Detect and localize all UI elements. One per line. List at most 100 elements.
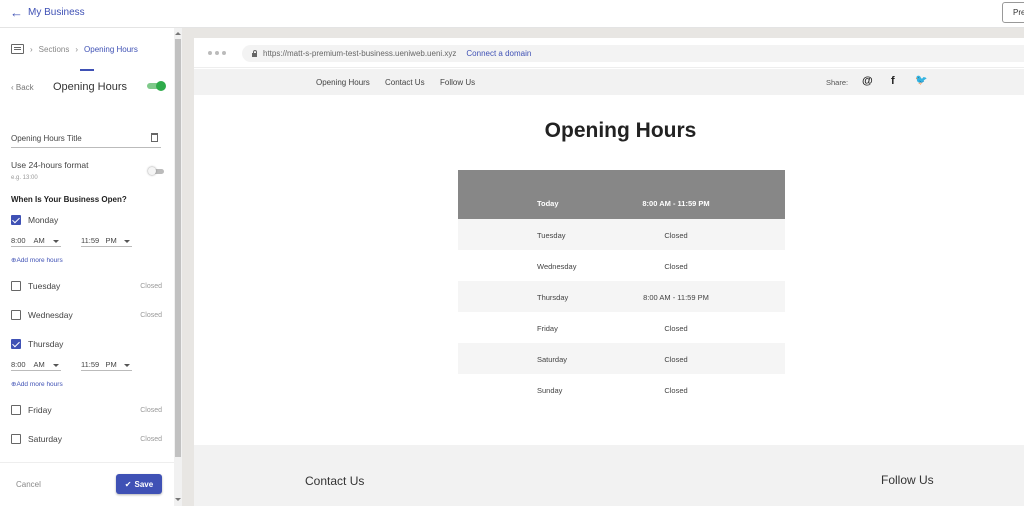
- hours-time: Closed: [664, 355, 688, 364]
- add-more-hours-monday[interactable]: ⊕Add more hours: [11, 256, 63, 264]
- save-button[interactable]: ✔ Save: [116, 474, 162, 494]
- nav-contact-us[interactable]: Contact Us: [385, 78, 425, 87]
- preview-gutter-top: [194, 28, 1024, 38]
- title-field-value: Opening Hours Title: [11, 134, 82, 143]
- browser-bar: https://matt-s-premium-test-business.uen…: [194, 38, 1024, 68]
- hours-time: Closed: [664, 231, 688, 240]
- sidebar-scrollbar[interactable]: [174, 28, 182, 506]
- trash-icon[interactable]: [151, 133, 158, 142]
- checkbox-monday[interactable]: [11, 215, 21, 225]
- day-status: Closed: [140, 311, 162, 319]
- url-bar: https://matt-s-premium-test-business.uen…: [242, 45, 1024, 62]
- open-ampm: AM: [33, 360, 45, 369]
- open-ampm: AM: [33, 236, 45, 245]
- back-button[interactable]: ‹ Back: [11, 83, 34, 92]
- table-row: Saturday Closed: [458, 343, 785, 374]
- day-row-thursday[interactable]: Thursday: [11, 338, 162, 350]
- editor-sidebar: › Sections › Opening Hours ‹ Back Openin…: [0, 28, 182, 506]
- sections-icon: [11, 44, 24, 54]
- section-visibility-toggle[interactable]: [147, 81, 166, 91]
- time-row-monday: 8:00 AM 11:59 PM: [11, 234, 136, 248]
- window-dots-icon: [208, 51, 226, 55]
- add-more-label: Add more hours: [16, 381, 63, 388]
- section-header: ‹ Back Opening Hours: [11, 80, 166, 96]
- open-time-select[interactable]: 8:00 AM: [11, 234, 61, 247]
- day-name: Thursday: [28, 339, 64, 349]
- my-business-back-link[interactable]: ← My Business: [10, 4, 85, 20]
- day-status: Closed: [140, 435, 162, 443]
- open-time-select[interactable]: 8:00 AM: [11, 358, 61, 371]
- day-row-saturday[interactable]: Saturday Closed: [11, 433, 162, 445]
- site-nav: Opening Hours Contact Us Follow Us Share…: [194, 69, 1024, 95]
- day-row-wednesday[interactable]: Wednesday Closed: [11, 309, 162, 321]
- time-row-thursday: 8:00 AM 11:59 PM: [11, 358, 136, 372]
- close-ampm: PM: [105, 360, 117, 369]
- preview-gutter: [182, 28, 194, 506]
- chevron-down-icon: [124, 364, 130, 367]
- hours-day: Wednesday: [537, 262, 577, 271]
- opening-hours-title-field[interactable]: Opening Hours Title: [11, 131, 161, 148]
- sidebar-footer: Cancel ✔ Save: [0, 462, 174, 506]
- share-label: Share:: [826, 78, 849, 87]
- twitter-icon[interactable]: 🐦: [915, 75, 927, 86]
- check-icon: ✔: [124, 479, 132, 489]
- day-row-friday[interactable]: Friday Closed: [11, 404, 162, 416]
- scroll-up-icon[interactable]: [175, 32, 181, 35]
- add-more-label: Add more hours: [16, 257, 63, 264]
- day-status: Closed: [140, 406, 162, 414]
- breadcrumb-separator-icon: ›: [30, 44, 33, 54]
- hours-time: 8:00 AM - 11:59 PM: [642, 199, 710, 208]
- hours-day: Sunday: [537, 386, 563, 395]
- scroll-down-icon[interactable]: [175, 498, 181, 501]
- footer-contact-heading: Contact Us: [305, 474, 365, 488]
- add-more-hours-thursday[interactable]: ⊕Add more hours: [11, 380, 63, 388]
- hours-time: Closed: [664, 386, 688, 395]
- save-label: Save: [134, 479, 154, 489]
- checkbox-wednesday[interactable]: [11, 310, 21, 320]
- scroll-thumb[interactable]: [175, 39, 181, 457]
- opening-hours-table: Today 8:00 AM - 11:59 PM Tuesday Closed …: [458, 170, 785, 405]
- footer-follow-heading: Follow Us: [881, 473, 934, 487]
- chevron-down-icon: [53, 240, 59, 243]
- close-time-select[interactable]: 11:59 PM: [81, 234, 132, 247]
- my-business-label: My Business: [28, 7, 85, 18]
- cancel-button[interactable]: Cancel: [16, 480, 41, 489]
- close-time-select[interactable]: 11:59 PM: [81, 358, 132, 371]
- nav-follow-us[interactable]: Follow Us: [440, 78, 475, 87]
- day-row-monday[interactable]: Monday: [11, 214, 162, 226]
- close-ampm: PM: [105, 236, 117, 245]
- facebook-icon[interactable]: f: [891, 75, 895, 87]
- arrow-left-icon: ←: [10, 4, 23, 20]
- close-time: 11:59: [81, 236, 100, 245]
- lock-icon: [252, 49, 257, 57]
- checkbox-thursday[interactable]: [11, 339, 21, 349]
- day-name: Tuesday: [28, 281, 61, 291]
- site-preview: https://matt-s-premium-test-business.uen…: [194, 38, 1024, 506]
- hours-day: Tuesday: [537, 231, 566, 240]
- day-row-tuesday[interactable]: Tuesday Closed: [11, 280, 162, 292]
- preview-button[interactable]: Pre: [1002, 2, 1024, 23]
- hours-time: 8:00 AM - 11:59 PM: [643, 293, 709, 302]
- email-share-icon[interactable]: @: [862, 75, 873, 87]
- checkbox-saturday[interactable]: [11, 434, 21, 444]
- table-row-today: Today 8:00 AM - 11:59 PM: [458, 170, 785, 219]
- format-24h-toggle[interactable]: [148, 167, 164, 175]
- nav-opening-hours[interactable]: Opening Hours: [316, 78, 370, 87]
- checkbox-tuesday[interactable]: [11, 281, 21, 291]
- connect-domain-link[interactable]: Connect a domain: [466, 49, 531, 58]
- day-name: Friday: [28, 405, 52, 415]
- open-time: 8:00: [11, 360, 26, 369]
- chevron-down-icon: [124, 240, 130, 243]
- breadcrumb-sections[interactable]: Sections: [39, 45, 70, 54]
- table-row: Thursday 8:00 AM - 11:59 PM: [458, 281, 785, 312]
- checkbox-friday[interactable]: [11, 405, 21, 415]
- breadcrumb: › Sections › Opening Hours: [11, 44, 138, 54]
- hours-time: Closed: [664, 262, 688, 271]
- table-row: Tuesday Closed: [458, 219, 785, 250]
- table-row: Friday Closed: [458, 312, 785, 343]
- top-bar: ← My Business Pre: [0, 0, 1024, 28]
- url-text: https://matt-s-premium-test-business.uen…: [263, 49, 457, 58]
- table-row: Wednesday Closed: [458, 250, 785, 281]
- back-label: Back: [15, 83, 34, 92]
- day-name: Wednesday: [28, 310, 73, 320]
